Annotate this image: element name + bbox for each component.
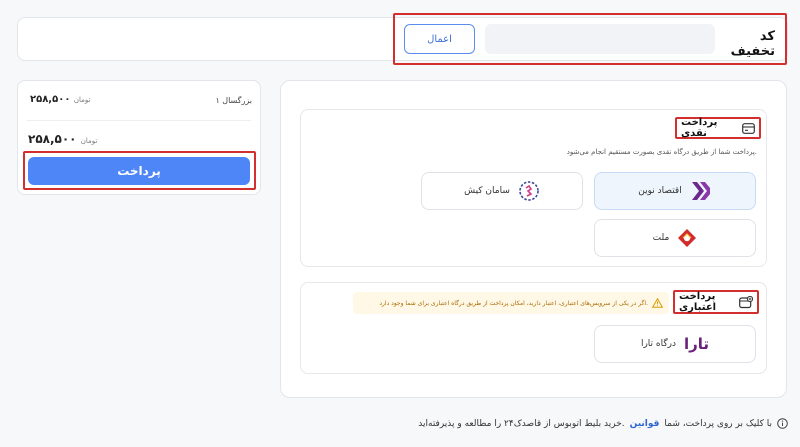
info-icon [777, 418, 788, 429]
saman-kish-logo-icon [518, 180, 540, 202]
credit-card-plus-icon [739, 295, 753, 309]
cash-payment-header: پرداخت نقدی [675, 117, 761, 139]
gateway-label: سامان کیش [464, 186, 510, 196]
credit-payment-header: پرداخت اعتباری [673, 290, 759, 314]
mellat-logo-icon [677, 228, 697, 248]
terms-link[interactable]: قوانین [630, 419, 660, 429]
total-price: تومان ۲۵۸,۵۰۰ [28, 132, 97, 146]
currency-label: تومان [73, 96, 91, 104]
warning-icon [652, 298, 663, 308]
eghtesad-novin-logo-icon [690, 180, 712, 202]
terms-note: خرید بلیط اتوبوس از قاصدک۲۴ را مطالعه و … [390, 418, 788, 429]
total-price-value: ۲۵۸,۵۰۰ [28, 132, 77, 146]
wallet-icon [742, 122, 755, 134]
gateway-label: اقتصاد نوین [638, 186, 682, 196]
gateway-label: ملت [652, 233, 670, 243]
credit-payment-title: پرداخت اعتباری [679, 291, 717, 313]
currency-label: تومان [80, 137, 98, 145]
summary-divider [27, 120, 251, 121]
credit-warning-banner: اگر در یکی از سرویس‌های اعتباری، اعتبار … [353, 292, 669, 314]
gateway-tara[interactable]: درگاه تارا تارا [594, 325, 756, 363]
gateway-saman-kish[interactable]: سامان کیش [421, 172, 583, 210]
gateway-label: درگاه تارا [640, 339, 676, 349]
gateway-eghtesad-novin[interactable]: اقتصاد نوین [594, 172, 756, 210]
line-price: تومان ۲۵۸,۵۰۰ [30, 94, 91, 105]
terms-before: با کلیک بر روی پرداخت، شما [664, 418, 772, 429]
pay-button[interactable]: پرداخت [28, 157, 250, 185]
passenger-count: ۱ بزرگسال [215, 96, 252, 105]
cash-payment-title: پرداخت نقدی [681, 117, 718, 139]
credit-warning-text: اگر در یکی از سرویس‌های اعتباری، اعتبار … [379, 299, 648, 307]
terms-after: خرید بلیط اتوبوس از قاصدک۲۴ را مطالعه و … [418, 418, 625, 429]
tara-logo-icon: تارا [684, 335, 710, 353]
line-price-value: ۲۵۸,۵۰۰ [30, 94, 71, 105]
discount-code-input[interactable] [485, 24, 715, 54]
apply-discount-button[interactable]: اعمال [404, 24, 475, 54]
discount-title: کد تخفیف [730, 29, 775, 59]
gateway-mellat[interactable]: ملت [594, 219, 756, 257]
cash-payment-description: پرداخت شما از طریق درگاه نقدی بصورت مستق… [566, 148, 757, 156]
